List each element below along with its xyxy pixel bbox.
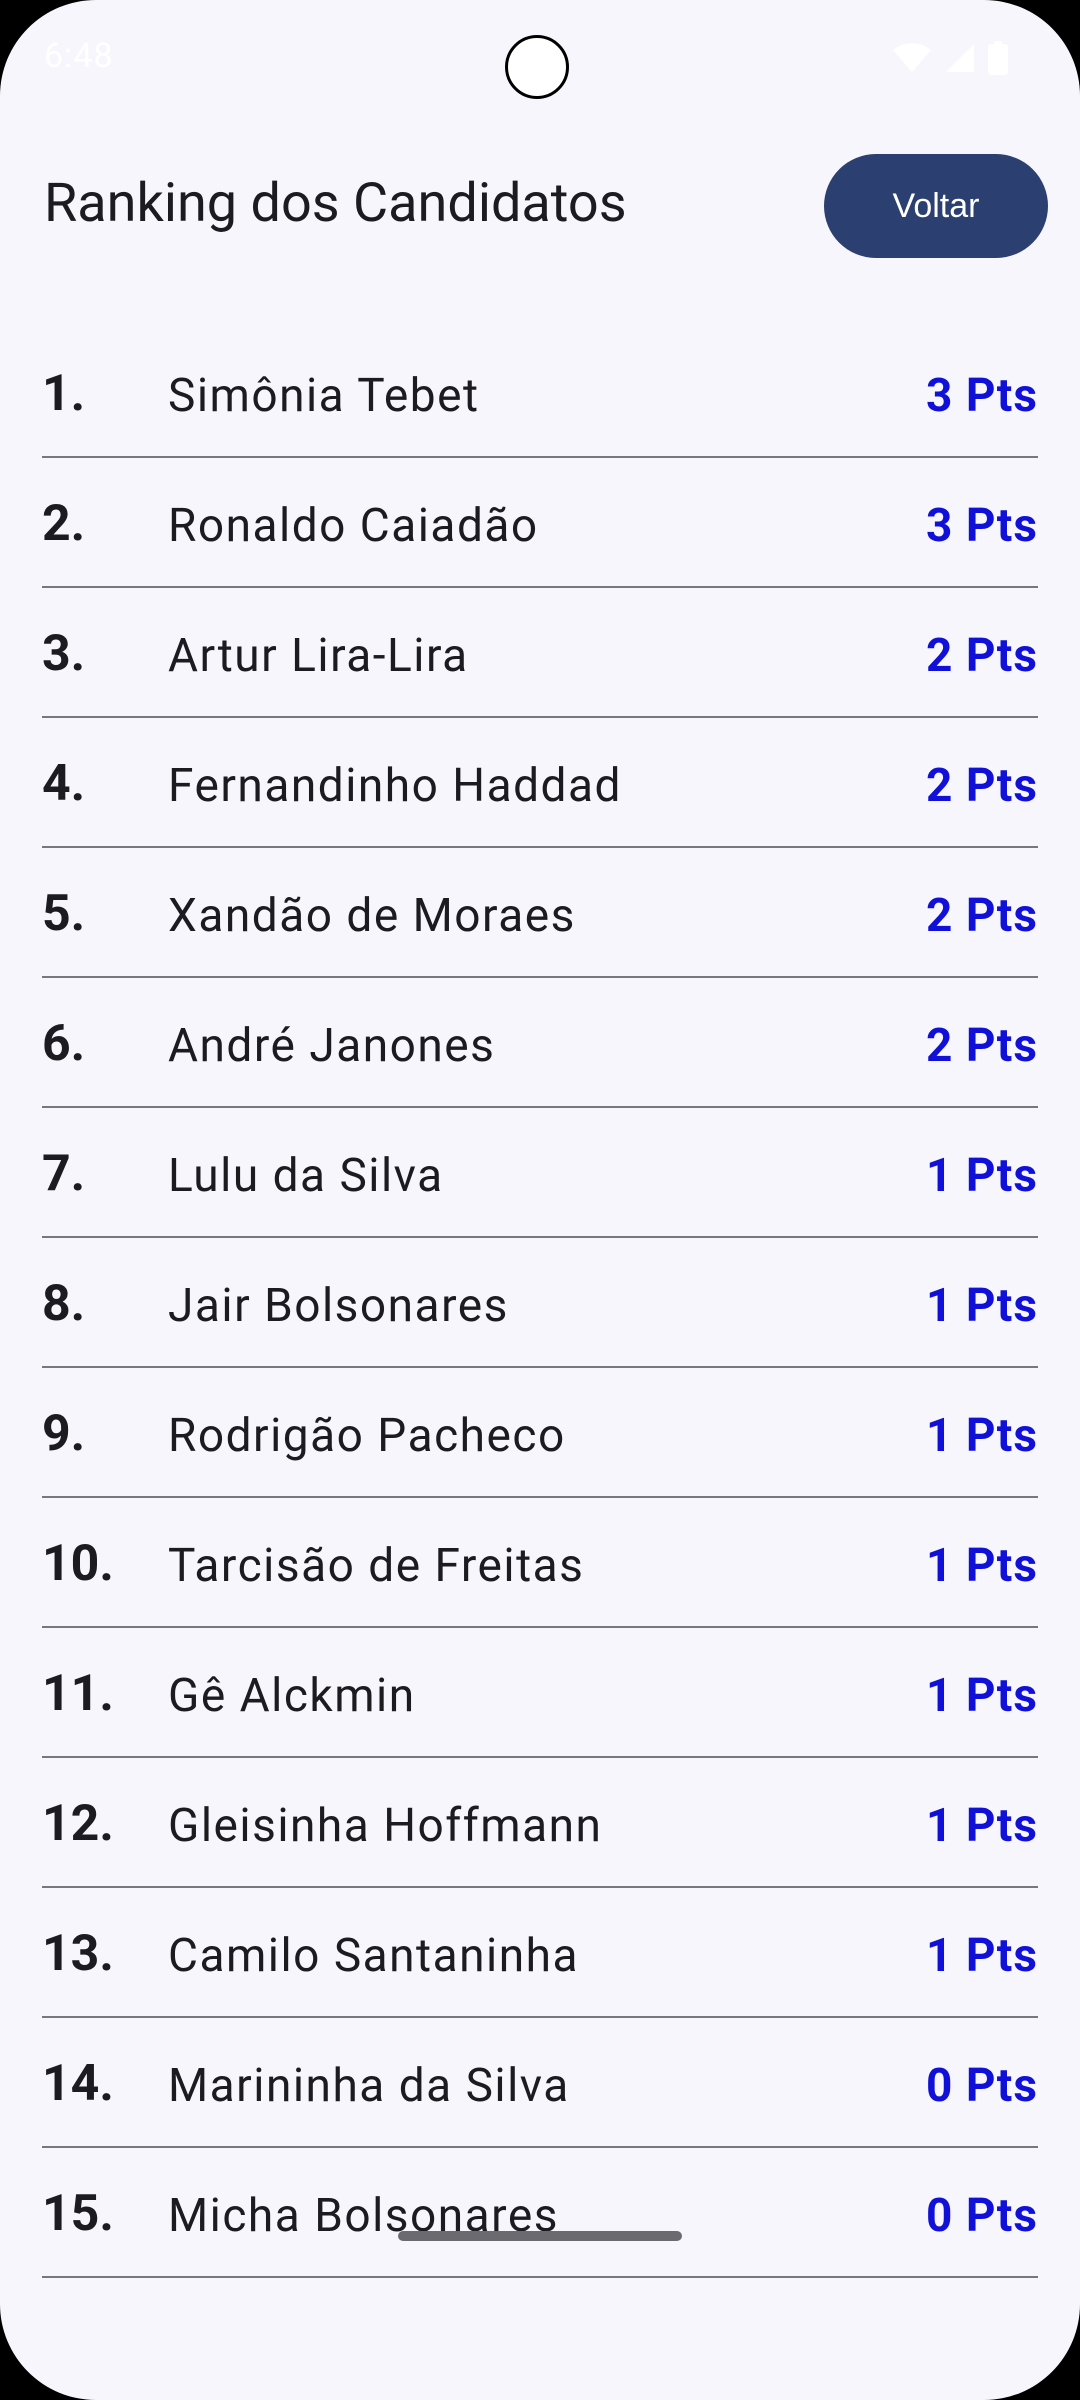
rank-position: 5. xyxy=(42,885,86,943)
candidate-name: Gê Alckmin xyxy=(168,1669,416,1723)
page-title: Ranking dos Candidatos xyxy=(44,172,627,235)
ranking-row: 6. André Janones 2 Pts xyxy=(42,978,1038,1108)
ranking-row: 12. Gleisinha Hoffmann 1 Pts xyxy=(42,1758,1038,1888)
status-time: 6:48 xyxy=(44,36,114,76)
rank-position: 8. xyxy=(42,1275,86,1333)
battery-icon xyxy=(988,41,1008,75)
candidate-points: 1 Pts xyxy=(926,1539,1038,1593)
candidate-points: 2 Pts xyxy=(926,889,1038,943)
gesture-bar[interactable] xyxy=(398,2231,682,2241)
rank-position: 1. xyxy=(42,365,86,423)
candidate-name: Artur Lira-Lira xyxy=(168,629,469,683)
candidate-name: Simônia Tebet xyxy=(168,369,480,423)
rank-position: 9. xyxy=(42,1405,86,1463)
candidate-name: Rodrigão Pacheco xyxy=(168,1409,566,1463)
signal-icon xyxy=(944,42,976,74)
rank-position: 3. xyxy=(42,625,86,683)
candidate-points: 1 Pts xyxy=(926,1409,1038,1463)
candidate-name: Tarcisão de Freitas xyxy=(168,1539,585,1593)
rank-position: 14. xyxy=(42,2055,114,2113)
candidate-points: 1 Pts xyxy=(926,1929,1038,1983)
rank-position: 13. xyxy=(42,1925,114,1983)
back-button[interactable]: Voltar xyxy=(824,154,1048,258)
candidate-points: 3 Pts xyxy=(926,499,1038,553)
candidate-points: 2 Pts xyxy=(926,759,1038,813)
rank-position: 2. xyxy=(42,495,86,553)
ranking-row: 1. Simônia Tebet 3 Pts xyxy=(42,328,1038,458)
candidate-name: Camilo Santaninha xyxy=(168,1929,579,1983)
candidate-name: Ronaldo Caiadão xyxy=(168,499,539,553)
ranking-row: 7. Lulu da Silva 1 Pts xyxy=(42,1108,1038,1238)
candidate-points: 1 Pts xyxy=(926,1149,1038,1203)
candidate-name: Gleisinha Hoffmann xyxy=(168,1799,603,1853)
candidate-name: André Janones xyxy=(168,1019,496,1073)
ranking-row: 9. Rodrigão Pacheco 1 Pts xyxy=(42,1368,1038,1498)
ranking-row: 14. Marininha da Silva 0 Pts xyxy=(42,2018,1038,2148)
ranking-row: 4. Fernandinho Haddad 2 Pts xyxy=(42,718,1038,848)
status-bar: 6:48 xyxy=(0,0,1080,120)
candidate-points: 1 Pts xyxy=(926,1279,1038,1333)
candidate-points: 3 Pts xyxy=(926,369,1038,423)
candidate-name: Lulu da Silva xyxy=(168,1149,444,1203)
rank-position: 12. xyxy=(42,1795,114,1853)
candidate-points: 2 Pts xyxy=(926,629,1038,683)
candidate-name: Fernandinho Haddad xyxy=(168,759,622,813)
rank-position: 11. xyxy=(42,1665,114,1723)
status-icons xyxy=(892,40,1008,76)
ranking-row: 8. Jair Bolsonares 1 Pts xyxy=(42,1238,1038,1368)
rank-position: 10. xyxy=(42,1535,114,1593)
ranking-list: 1. Simônia Tebet 3 Pts 2. Ronaldo Caiadão 3 P… xyxy=(42,328,1038,2278)
camera-cutout xyxy=(505,35,569,99)
candidate-points: 0 Pts xyxy=(926,2059,1038,2113)
rank-position: 6. xyxy=(42,1015,86,1073)
candidate-name: Xandão de Moraes xyxy=(168,889,576,943)
rank-position: 7. xyxy=(42,1145,86,1203)
ranking-row: 5. Xandão de Moraes 2 Pts xyxy=(42,848,1038,978)
ranking-row: 3. Artur Lira-Lira 2 Pts xyxy=(42,588,1038,718)
ranking-row: 15. Micha Bolsonares 0 Pts xyxy=(42,2148,1038,2278)
candidate-points: 1 Pts xyxy=(926,1799,1038,1853)
candidate-points: 0 Pts xyxy=(926,2189,1038,2243)
candidate-name: Jair Bolsonares xyxy=(168,1279,509,1333)
candidate-points: 2 Pts xyxy=(926,1019,1038,1073)
ranking-row: 11. Gê Alckmin 1 Pts xyxy=(42,1628,1038,1758)
candidate-name: Marininha da Silva xyxy=(168,2059,570,2113)
rank-position: 4. xyxy=(42,755,86,813)
ranking-row: 2. Ronaldo Caiadão 3 Pts xyxy=(42,458,1038,588)
rank-position: 15. xyxy=(42,2185,114,2243)
wifi-icon xyxy=(892,42,932,74)
ranking-row: 13. Camilo Santaninha 1 Pts xyxy=(42,1888,1038,2018)
candidate-points: 1 Pts xyxy=(926,1669,1038,1723)
app-screen: 6:48 Ranking dos Candidatos Voltar 1. Si… xyxy=(0,0,1080,2400)
ranking-row: 10. Tarcisão de Freitas 1 Pts xyxy=(42,1498,1038,1628)
